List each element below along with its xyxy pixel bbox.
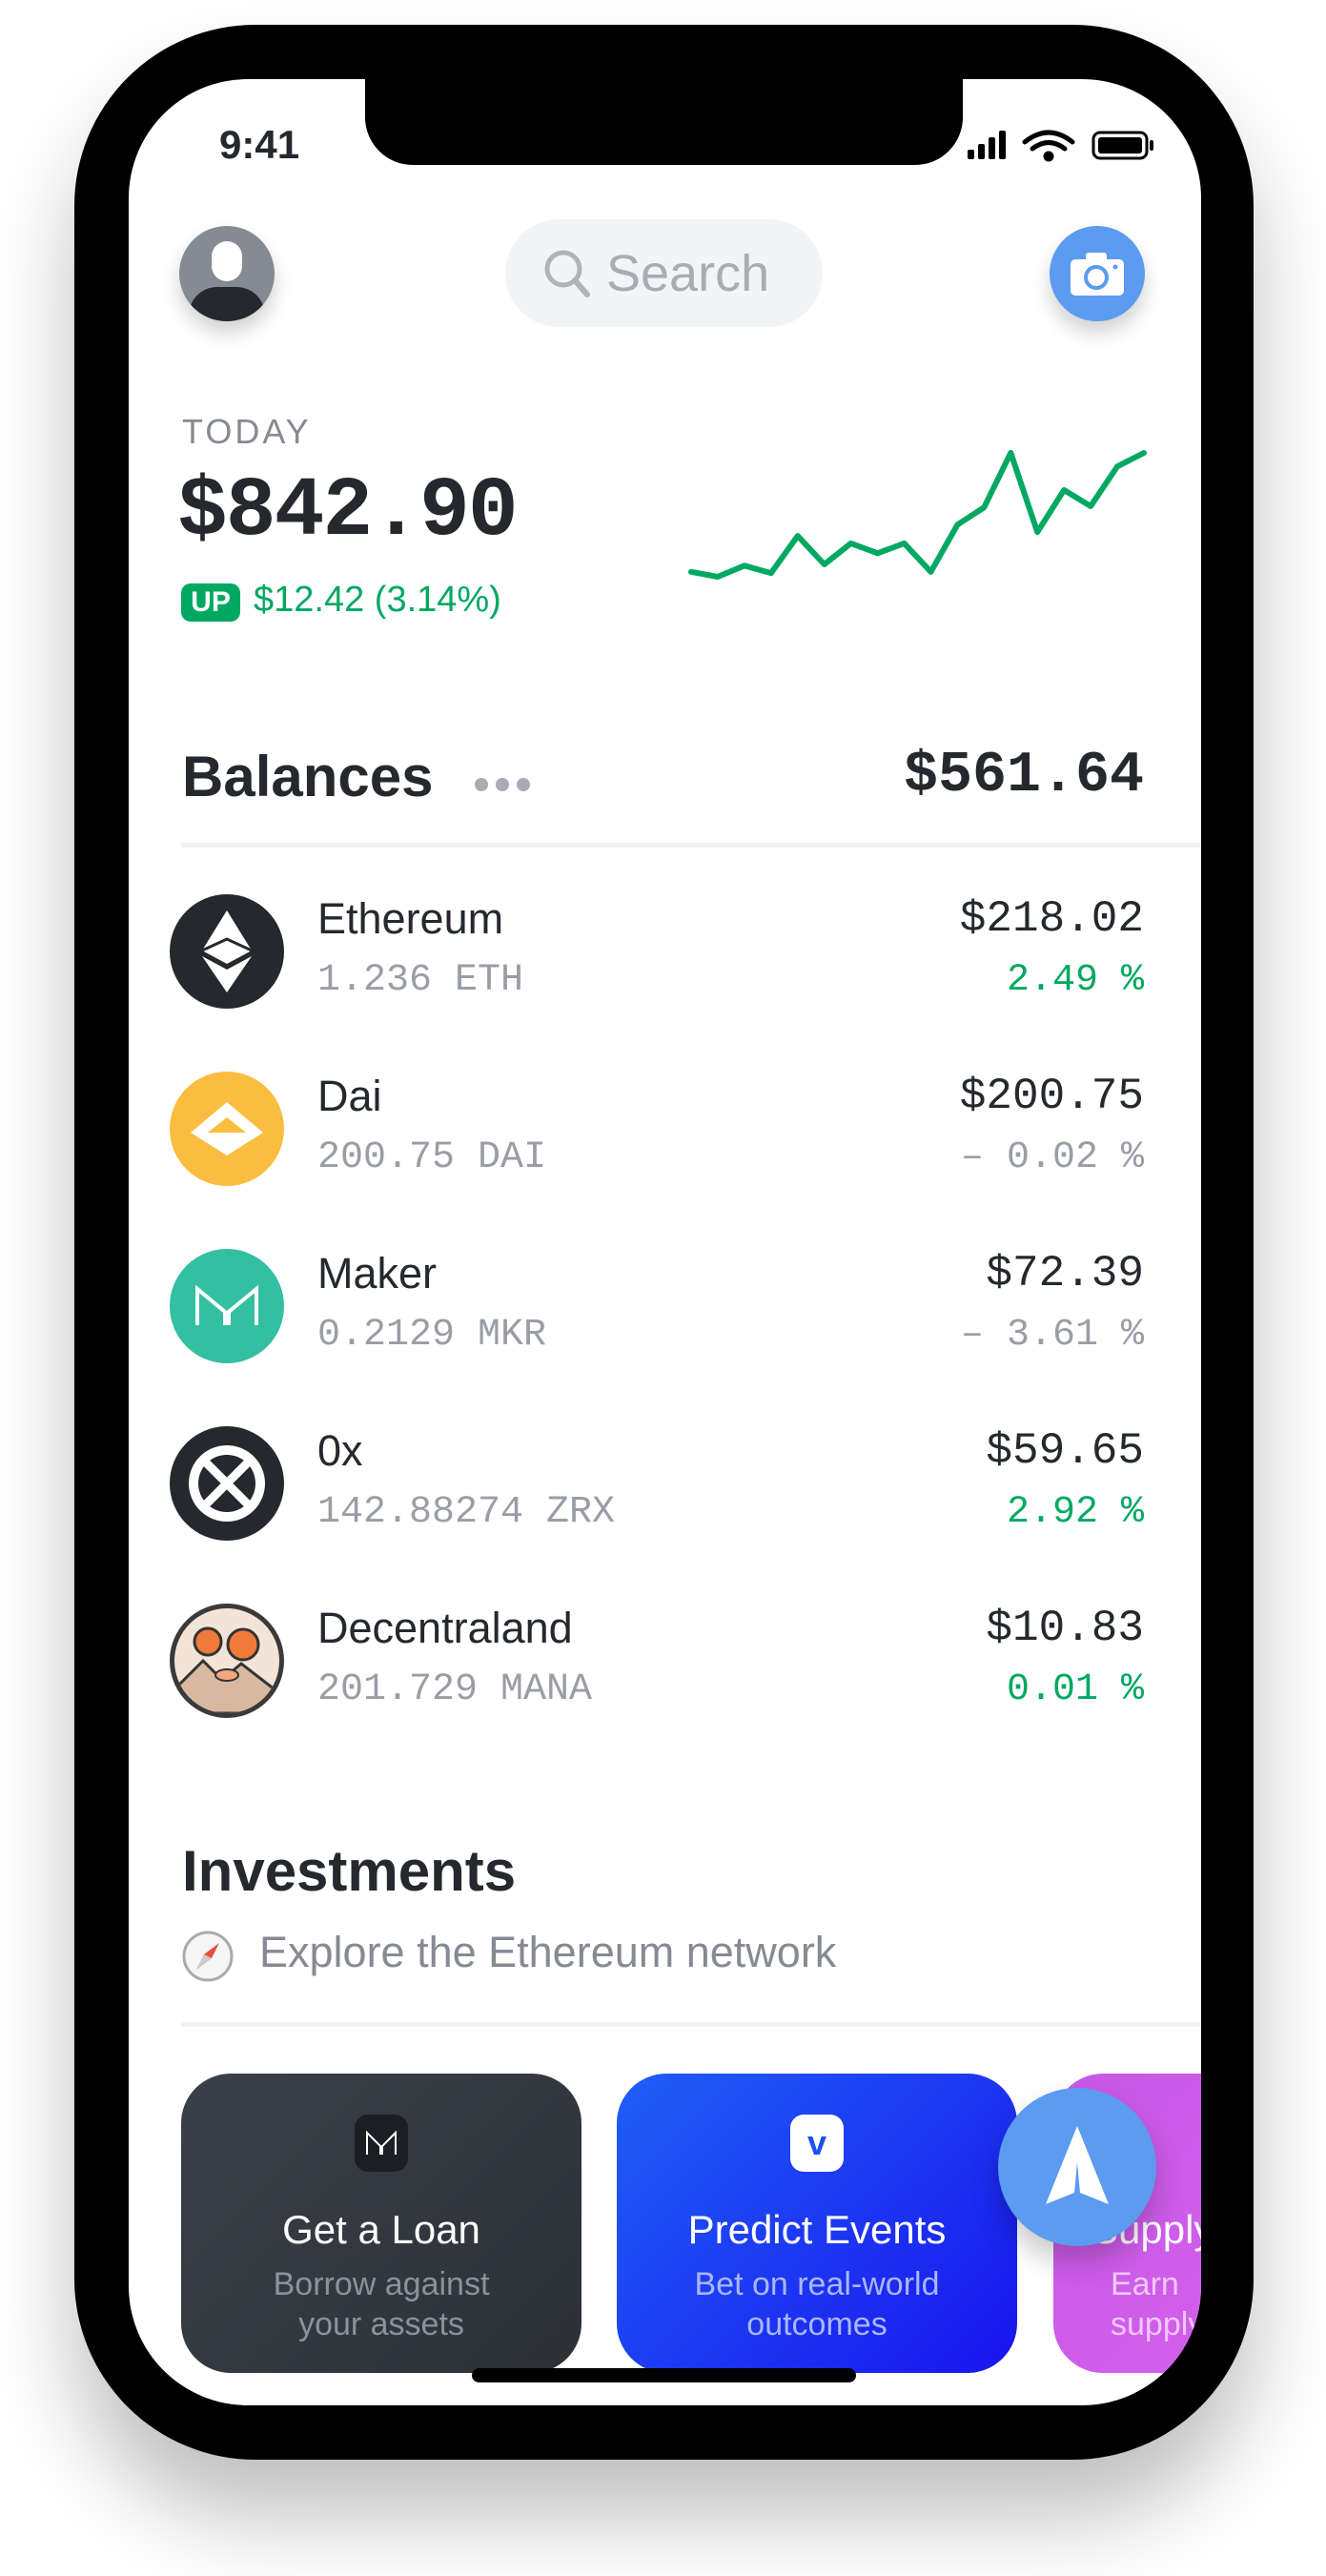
card-subtitle: Borrow against your assets xyxy=(273,2266,490,2342)
card-title: Get a Loan xyxy=(282,2207,480,2252)
maker-icon xyxy=(170,1249,284,1363)
more-options-icon[interactable] xyxy=(475,778,530,791)
camera-button[interactable] xyxy=(1050,226,1145,321)
ethereum-icon xyxy=(170,894,284,1009)
token-row-dai[interactable]: Dai 200.75 DAI $200.75 – 0.02 % xyxy=(170,1072,1144,1186)
token-amount: 200.75 DAI xyxy=(317,1136,547,1179)
dai-icon xyxy=(170,1072,284,1186)
token-change: 0.01 % xyxy=(1006,1668,1144,1711)
battery-icon xyxy=(1091,131,1153,160)
divider xyxy=(181,843,1201,848)
token-name: Decentraland xyxy=(317,1604,573,1652)
card-title: Predict Events xyxy=(687,2207,947,2252)
maker-icon xyxy=(355,2115,408,2172)
compass-icon xyxy=(182,1931,234,1982)
camera-icon xyxy=(1071,253,1124,296)
home-indicator xyxy=(472,2368,856,2382)
token-change: – 3.61 % xyxy=(960,1314,1144,1357)
card-subtitle: Bet on real-world outcomes xyxy=(694,2266,940,2342)
token-change: – 0.02 % xyxy=(960,1136,1144,1179)
today-label: TODAY xyxy=(182,412,312,451)
zrx-icon xyxy=(170,1426,284,1541)
token-row-0x[interactable]: 0x 142.88274 ZRX $59.65 2.92 % xyxy=(170,1426,1144,1541)
balances-total: $561.64 xyxy=(903,744,1144,808)
token-value: $59.65 xyxy=(986,1426,1144,1476)
token-name: Maker xyxy=(317,1249,438,1298)
investments-title: Investments xyxy=(182,1839,517,1903)
token-name: Dai xyxy=(317,1072,382,1120)
divider xyxy=(181,2022,1201,2027)
token-value: $200.75 xyxy=(959,1072,1144,1121)
send-button[interactable] xyxy=(998,2088,1156,2246)
decentraland-icon xyxy=(170,1604,284,1718)
send-icon xyxy=(1046,2126,1109,2204)
balances-title: Balances xyxy=(182,745,434,808)
token-change: 2.49 % xyxy=(1006,959,1144,1002)
avatar-head xyxy=(212,241,242,281)
sparkline-chart xyxy=(688,450,1147,580)
card-get-a-loan[interactable]: Get a Loan Borrow against your assets xyxy=(181,2074,581,2373)
token-amount: 1.236 ETH xyxy=(317,959,524,1002)
token-amount: 201.729 MANA xyxy=(317,1668,593,1711)
avatar-body xyxy=(189,287,265,321)
signal-icon xyxy=(968,131,1006,159)
sparkline-series xyxy=(688,450,1147,580)
status-icons xyxy=(968,130,1153,162)
token-value: $218.02 xyxy=(959,894,1144,944)
token-change: 2.92 % xyxy=(1006,1491,1144,1534)
card-predict-events[interactable]: v Predict Events Bet on real-world outco… xyxy=(617,2074,1017,2373)
search-icon xyxy=(544,250,590,297)
wifi-icon xyxy=(1022,130,1075,162)
up-badge: UP xyxy=(181,583,240,622)
token-row-decentraland[interactable]: Decentraland 201.729 MANA $10.83 0.01 % xyxy=(170,1604,1144,1718)
token-row-ethereum[interactable]: Ethereum 1.236 ETH $218.02 2.49 % xyxy=(170,894,1144,1009)
veil-icon: v xyxy=(790,2115,844,2172)
search-input[interactable]: Search xyxy=(505,219,823,327)
token-row-maker[interactable]: Maker 0.2129 MKR $72.39 – 3.61 % xyxy=(170,1249,1144,1363)
search-placeholder: Search xyxy=(606,244,770,302)
status-time: 9:41 xyxy=(219,122,300,167)
token-amount: 0.2129 MKR xyxy=(317,1314,547,1357)
avatar[interactable] xyxy=(179,226,275,321)
notch xyxy=(365,67,963,165)
token-value: $72.39 xyxy=(986,1249,1144,1298)
card-subtitle: Earn supply xyxy=(1111,2266,1201,2342)
today-change: $12.42 (3.14%) xyxy=(254,580,501,620)
token-name: 0x xyxy=(317,1426,363,1475)
token-name: Ethereum xyxy=(317,894,504,943)
token-amount: 142.88274 ZRX xyxy=(317,1491,616,1534)
total-balance: $842.90 xyxy=(177,465,519,560)
investments-subtitle: Explore the Ethereum network xyxy=(259,1928,837,1976)
token-value: $10.83 xyxy=(986,1604,1144,1653)
